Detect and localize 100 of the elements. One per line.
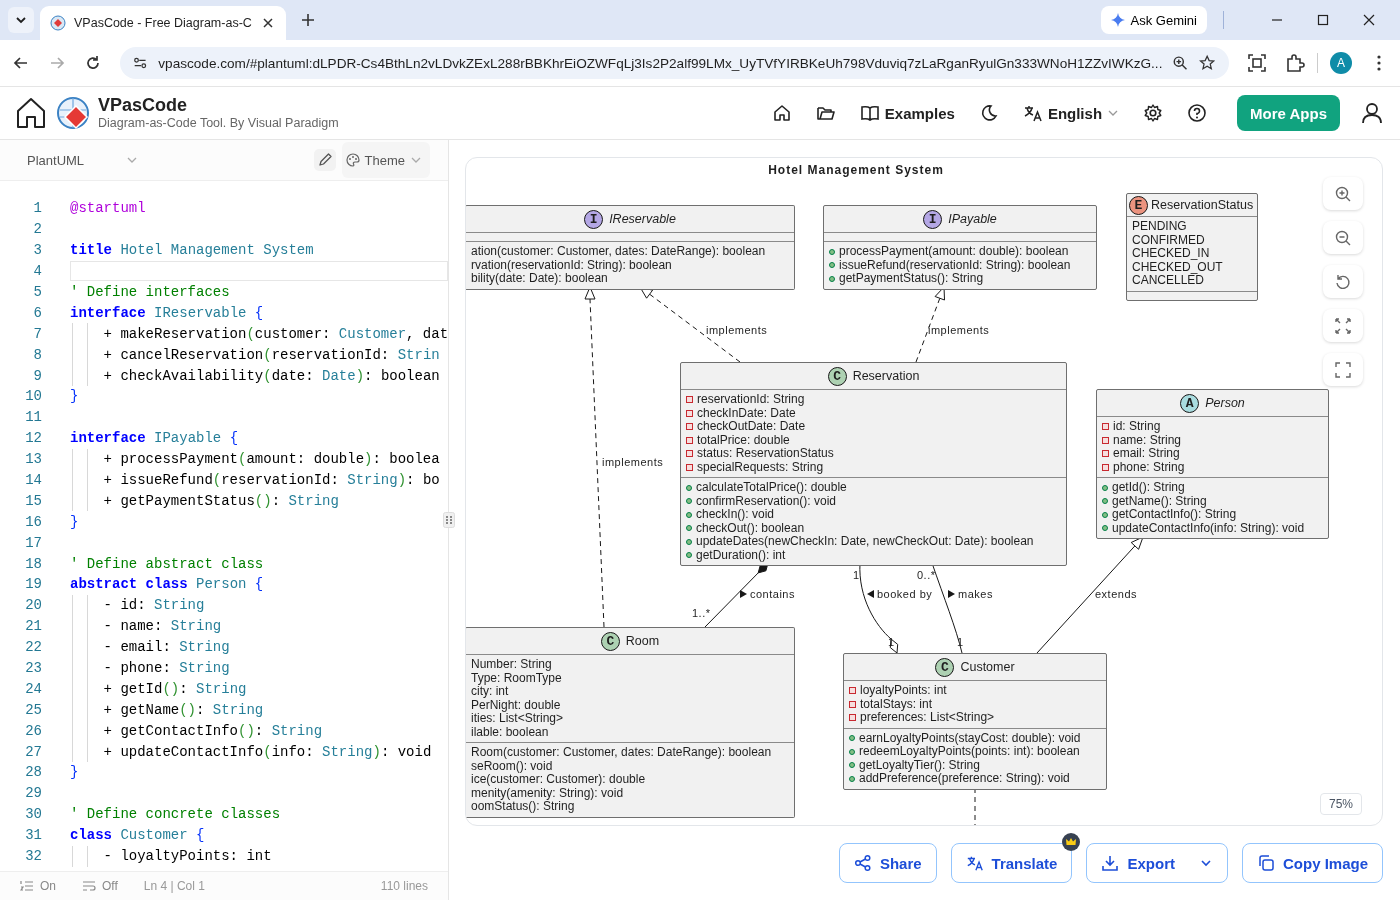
relation-label: implements — [602, 456, 664, 468]
member-text: seRoom(): void — [471, 759, 553, 773]
home-icon[interactable] — [16, 97, 46, 129]
zoom-in-icon — [1334, 184, 1352, 203]
address-bar[interactable]: vpascode.com/#plantuml:dLPDR-Cs4BthLn2vLDvkZExL288rBBKhrEiOZWFqLj3Is2P2alf99LMx_UyTVfYIRBKeUh798Vduviq7zLaRganRyulGn333WNoH1ZZvIWKzG... — [120, 47, 1229, 79]
line-number: 10 — [24, 388, 42, 405]
member-text: ities: List<String> — [471, 712, 564, 726]
help-icon[interactable] — [1187, 103, 1208, 123]
maximize-icon[interactable] — [1316, 13, 1330, 27]
line-number: 28 — [24, 764, 42, 781]
line-number: 8 — [32, 346, 42, 363]
member-text: name: String — [1113, 433, 1182, 447]
member-text: confirmReservation(): void — [696, 494, 837, 508]
fullscreen-button[interactable] — [1323, 353, 1363, 386]
class-name: Reservation — [852, 369, 920, 383]
book-icon — [859, 103, 880, 123]
user-icon[interactable] — [1360, 101, 1384, 125]
multiplicity-label: 1 — [853, 569, 860, 581]
member-text: calculateTotalPrice(): double — [696, 481, 847, 495]
cursor-position: Ln 4 | Col 1 — [143, 879, 205, 893]
class-name: IPayable — [948, 212, 997, 226]
member-text: earnLoyaltyPoints(stayCost: double): void — [859, 731, 1081, 745]
line-number: 1 — [32, 200, 42, 217]
line-number: 27 — [24, 743, 42, 760]
close-icon[interactable] — [1362, 13, 1376, 27]
multiplicity-label: 1 — [957, 636, 964, 648]
new-tab-icon[interactable] — [299, 12, 316, 28]
line-count: 110 lines — [380, 879, 428, 893]
code-line: } — [70, 387, 80, 407]
code-line: - loyaltyPoints: int — [103, 847, 273, 867]
member-text: ilable: boolean — [471, 725, 549, 739]
translate-icon — [965, 854, 984, 872]
translate-button[interactable]: Translate — [950, 843, 1073, 883]
relation-label: contains — [750, 588, 795, 600]
member-text: Number: String — [471, 658, 552, 672]
reload-icon[interactable] — [84, 54, 102, 72]
ask-gemini-button[interactable]: Ask Gemini — [1100, 6, 1207, 34]
zoom-icon[interactable] — [1172, 54, 1189, 72]
relation-label: implements — [928, 324, 990, 336]
line-numbers-toggle[interactable]: On — [40, 879, 56, 893]
member-text: PENDING — [1132, 220, 1187, 234]
member-text: getName(): String — [1112, 494, 1207, 508]
member-text: CONFIRMED — [1132, 233, 1205, 247]
member-text: loyaltyPoints: int — [860, 684, 947, 698]
line-number: 20 — [24, 597, 42, 614]
member-text: Type: RoomType — [471, 671, 562, 685]
member-text: rvation(reservationId: String): boolean — [471, 258, 672, 272]
screenshot-icon[interactable] — [1247, 53, 1267, 73]
member-text: specialRequests: String — [697, 460, 824, 474]
line-number: 24 — [24, 680, 42, 697]
member-text: menity(amenity: String): void — [471, 786, 624, 800]
class-type-badge: I — [584, 209, 604, 229]
code-line: + updateContactInfo(info: String): void — [103, 742, 433, 762]
class-type-badge: I — [923, 209, 943, 229]
member-text: getPaymentStatus(): String — [839, 272, 984, 286]
member-text: status: ReservationStatus — [697, 447, 834, 461]
line-number: 22 — [24, 639, 42, 656]
word-wrap-toggle[interactable]: Off — [102, 879, 118, 893]
class-type-badge: E — [1129, 195, 1148, 215]
export-button[interactable]: Export — [1086, 843, 1228, 883]
extensions-icon[interactable] — [1285, 53, 1305, 73]
member-text: checkInDate: Date — [697, 406, 796, 420]
code-line: - id: String — [103, 596, 206, 616]
line-number: 31 — [24, 827, 42, 844]
member-text: addPreference(preference: String): void — [859, 772, 1070, 786]
line-number: 23 — [24, 660, 42, 677]
copy-button[interactable]: Copy Image — [1241, 843, 1383, 883]
line-number: 30 — [24, 806, 42, 823]
member-text: checkIn(): void — [696, 508, 775, 522]
member-text: updateContactInfo(info: String): void — [1112, 521, 1305, 535]
language-select[interactable]: English — [1022, 103, 1120, 123]
reset-button[interactable] — [1323, 265, 1363, 298]
download-icon — [1101, 854, 1120, 872]
share-button[interactable]: Share — [838, 843, 937, 883]
class-type-badge: C — [827, 366, 847, 386]
profile-avatar[interactable]: A — [1330, 52, 1352, 74]
line-number: 32 — [24, 848, 42, 865]
class-name: IReservable — [609, 212, 676, 226]
edit-button[interactable] — [313, 149, 336, 171]
home-icon[interactable] — [771, 103, 792, 123]
code-line: + getName(): String — [103, 700, 265, 720]
code-line: + getPaymentStatus(): String — [103, 491, 340, 511]
theme-select[interactable]: Theme — [341, 142, 430, 178]
settings-icon[interactable] — [1143, 103, 1164, 123]
code-line: + processPayment(amount: double): boolea — [103, 450, 441, 470]
drag-handle-icon[interactable] — [443, 512, 455, 528]
syntax-select[interactable]: PlantUML — [27, 152, 139, 168]
fit-button[interactable] — [1323, 309, 1363, 342]
zoom-in-button[interactable] — [1323, 177, 1363, 210]
browser-tab[interactable]: VPasCode - Free Diagram-as-C — [40, 6, 286, 40]
examples-button[interactable]: Examples — [859, 103, 955, 123]
code-line: ' Define abstract class — [70, 554, 265, 574]
zoom-out-button[interactable] — [1323, 221, 1363, 254]
code-line: + getContactInfo(): String — [103, 721, 324, 741]
member-text: city: int — [471, 685, 509, 699]
relation-line — [974, 787, 976, 825]
tab-search-button[interactable] — [8, 7, 34, 33]
code-line: interface IPayable { — [70, 429, 240, 449]
member-text: CHECKED_OUT — [1132, 260, 1223, 274]
star-icon[interactable] — [1198, 54, 1215, 72]
